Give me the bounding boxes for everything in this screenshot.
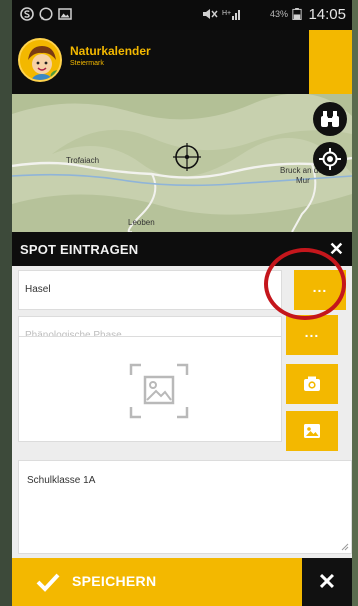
- note-textarea[interactable]: Schulklasse 1A: [18, 460, 352, 554]
- binoculars-icon: [321, 111, 339, 127]
- locate-me-button[interactable]: [313, 142, 347, 176]
- camera-icon: [304, 376, 320, 391]
- mute-icon: [203, 9, 218, 19]
- app-header: Naturkalender Steiermark: [12, 30, 352, 94]
- highlight-circle-annotation: [264, 248, 346, 320]
- save-label: SPEICHERN: [72, 573, 157, 589]
- checkmark-icon: [36, 573, 60, 592]
- gallery-icon: [58, 8, 72, 20]
- map-label: Mur: [296, 176, 310, 185]
- species-field[interactable]: Hasel: [18, 270, 282, 310]
- save-button[interactable]: SPEICHERN: [12, 558, 302, 606]
- cancel-button[interactable]: ✕: [302, 558, 352, 606]
- image-placeholder-icon: [129, 363, 189, 419]
- species-value: Hasel: [25, 284, 51, 295]
- crosshair-icon: [173, 143, 201, 171]
- battery-icon: [292, 8, 302, 20]
- photo-preview[interactable]: [18, 336, 282, 442]
- header-accent: [309, 30, 352, 94]
- whatsapp-icon: [39, 7, 53, 21]
- binoculars-button[interactable]: [313, 102, 347, 136]
- svg-text:H+: H+: [222, 10, 231, 17]
- map-view[interactable]: Trofaiach Bruck an der Mur Leoben: [12, 94, 352, 232]
- note-value: Schulklasse 1A: [27, 475, 96, 486]
- footer-bar: SPEICHERN ✕: [12, 558, 352, 606]
- background-left: [0, 0, 12, 606]
- gallery-picture-icon: [304, 424, 320, 438]
- panel-title: SPOT EINTRAGEN: [20, 242, 139, 257]
- gallery-button[interactable]: [286, 411, 338, 451]
- target-location-icon: [319, 148, 341, 170]
- app-s-icon: [20, 7, 34, 21]
- avatar[interactable]: [18, 38, 62, 82]
- app-title: Naturkalender: [70, 44, 151, 58]
- more-dots-icon: ...: [304, 324, 320, 340]
- map-label: Trofaiach: [66, 156, 100, 165]
- background-right: [352, 0, 358, 606]
- resize-grip-icon[interactable]: [341, 543, 349, 551]
- camera-button[interactable]: [286, 364, 338, 404]
- battery-percentage: 43%: [269, 9, 288, 19]
- map-label: Leoben: [128, 218, 155, 227]
- child-mascot-icon: [20, 40, 60, 80]
- select-phase-button[interactable]: ...: [286, 315, 338, 355]
- app-subtitle: Steiermark: [70, 60, 104, 67]
- clock: 14:05: [308, 6, 346, 23]
- signal-hplus-icon: H+: [222, 10, 240, 20]
- status-bar: H+ 43% 14:05: [12, 0, 352, 30]
